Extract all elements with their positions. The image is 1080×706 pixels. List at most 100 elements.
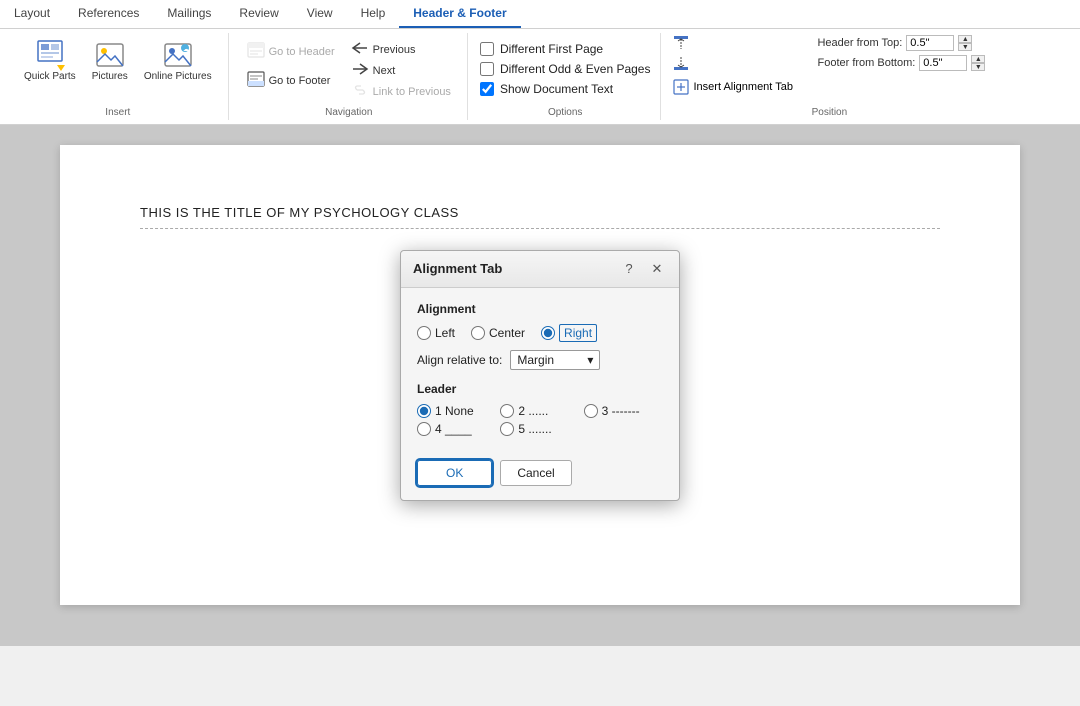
- dialog-title-bar: Alignment Tab ? ✕: [401, 251, 679, 288]
- online-pictures-button[interactable]: ☁ Online Pictures: [138, 35, 218, 87]
- go-to-footer-icon: [247, 70, 265, 91]
- insert-alignment-tab-icon: [673, 79, 689, 95]
- alignment-section-label: Alignment: [417, 302, 663, 316]
- ribbon: Layout References Mailings Review View H…: [0, 0, 1080, 125]
- leader-3-label: 3 -------: [602, 404, 640, 418]
- link-to-previous-button[interactable]: Link to Previous: [345, 81, 457, 102]
- previous-button[interactable]: Previous: [345, 39, 457, 60]
- footer-from-bottom-up[interactable]: ▲: [971, 55, 985, 63]
- footer-from-bottom-label: Footer from Bottom:: [817, 57, 915, 69]
- alignment-left-radio[interactable]: [417, 326, 431, 340]
- alignment-radio-row: Left Center Right: [417, 324, 663, 342]
- dialog-title-actions: ? ✕: [619, 259, 667, 279]
- go-to-header-icon: [247, 41, 265, 62]
- tab-layout[interactable]: Layout: [0, 0, 64, 28]
- leader-4-option[interactable]: 4 ____: [417, 422, 496, 436]
- next-label: Next: [373, 65, 396, 77]
- tab-help[interactable]: Help: [347, 0, 400, 28]
- ribbon-tab-bar: Layout References Mailings Review View H…: [0, 0, 1080, 29]
- online-pictures-label: Online Pictures: [144, 71, 212, 83]
- options-group-content: Different First Page Different Odd & Eve…: [480, 35, 651, 103]
- dialog-overlay: Alignment Tab ? ✕ Alignment Left: [60, 145, 1020, 605]
- insert-alignment-tab-button[interactable]: Insert Alignment Tab: [673, 75, 985, 95]
- tab-header-footer[interactable]: Header & Footer: [399, 0, 520, 28]
- next-button[interactable]: Next: [345, 60, 457, 81]
- go-to-header-label: Go to Header: [269, 46, 335, 58]
- document-page: THIS IS THE TITLE OF MY PSYCHOLOGY CLASS…: [60, 145, 1020, 605]
- alignment-right-option[interactable]: Right: [541, 324, 597, 342]
- online-pictures-icon: ☁: [162, 39, 194, 71]
- footer-from-bottom-down[interactable]: ▼: [971, 63, 985, 71]
- tab-mailings[interactable]: Mailings: [153, 0, 225, 28]
- insert-group-label: Insert: [105, 103, 130, 118]
- leader-grid: 1 None 2 ...... 3 -------: [417, 404, 663, 436]
- document-area: THIS IS THE TITLE OF MY PSYCHOLOGY CLASS…: [0, 125, 1080, 646]
- quick-parts-button[interactable]: Quick Parts: [18, 35, 82, 87]
- header-from-top-spinner: ▲ ▼: [958, 35, 972, 51]
- position-group-content: Header from Top: ▲ ▼: [673, 35, 985, 103]
- align-relative-label: Align relative to:: [417, 353, 502, 367]
- leader-2-option[interactable]: 2 ......: [500, 404, 579, 418]
- ok-button[interactable]: OK: [417, 460, 492, 486]
- leader-1-label: 1 None: [435, 404, 474, 418]
- different-first-page-checkbox[interactable]: [480, 42, 494, 56]
- pictures-button[interactable]: Pictures: [86, 35, 134, 87]
- ribbon-group-insert: Quick Parts Pictures: [8, 33, 229, 120]
- alignment-right-label: Right: [559, 324, 597, 342]
- dialog-help-button[interactable]: ?: [619, 259, 639, 279]
- ribbon-content: Quick Parts Pictures: [0, 29, 1080, 124]
- cancel-button[interactable]: Cancel: [500, 460, 571, 486]
- different-odd-even-checkbox[interactable]: [480, 62, 494, 76]
- different-first-page-label: Different First Page: [500, 42, 603, 56]
- position-group-label: Position: [812, 103, 848, 118]
- header-from-top-icon-container: [673, 35, 813, 51]
- insert-group-content: Quick Parts Pictures: [18, 35, 218, 103]
- ribbon-group-navigation: Go to Header Go to Footer: [231, 33, 468, 120]
- previous-icon: [351, 41, 369, 58]
- leader-3-option[interactable]: 3 -------: [584, 404, 663, 418]
- align-relative-row: Align relative to: Margin ▾: [417, 350, 663, 370]
- header-from-top-input[interactable]: [906, 35, 954, 51]
- align-relative-value: Margin: [517, 353, 554, 367]
- next-icon: [351, 62, 369, 79]
- tab-view[interactable]: View: [293, 0, 347, 28]
- previous-label: Previous: [373, 44, 416, 56]
- svg-text:☁: ☁: [183, 47, 189, 53]
- footer-from-bottom-input[interactable]: [919, 55, 967, 71]
- leader-4-label: 4 ____: [435, 422, 472, 436]
- alignment-left-option[interactable]: Left: [417, 326, 455, 340]
- header-from-top-down[interactable]: ▼: [958, 43, 972, 51]
- leader-4-radio[interactable]: [417, 422, 431, 436]
- pictures-icon: [94, 39, 126, 71]
- footer-from-bottom-row: Footer from Bottom: ▲ ▼: [673, 55, 985, 71]
- leader-5-option[interactable]: 5 .......: [500, 422, 579, 436]
- leader-3-radio[interactable]: [584, 404, 598, 418]
- alignment-center-option[interactable]: Center: [471, 326, 525, 340]
- show-document-text-checkbox[interactable]: [480, 82, 494, 96]
- alignment-left-label: Left: [435, 326, 455, 340]
- header-from-top-up[interactable]: ▲: [958, 35, 972, 43]
- alignment-tab-dialog: Alignment Tab ? ✕ Alignment Left: [400, 250, 680, 501]
- dialog-close-button[interactable]: ✕: [647, 259, 667, 279]
- go-to-header-button[interactable]: Go to Header: [241, 39, 341, 64]
- alignment-center-radio[interactable]: [471, 326, 485, 340]
- alignment-right-radio[interactable]: [541, 326, 555, 340]
- leader-2-radio[interactable]: [500, 404, 514, 418]
- tab-references[interactable]: References: [64, 0, 153, 28]
- leader-5-radio[interactable]: [500, 422, 514, 436]
- tab-review[interactable]: Review: [225, 0, 292, 28]
- different-first-page-row: Different First Page: [480, 39, 651, 59]
- leader-1-option[interactable]: 1 None: [417, 404, 496, 418]
- leader-5-label: 5 .......: [518, 422, 551, 436]
- pictures-label: Pictures: [92, 71, 128, 83]
- quick-parts-icon: [34, 39, 66, 71]
- ribbon-group-options: Different First Page Different Odd & Eve…: [470, 33, 662, 120]
- header-from-top-label: Header from Top:: [817, 37, 902, 49]
- leader-section: Leader 1 None 2 ......: [417, 382, 663, 436]
- footer-from-bottom-spinner: ▲ ▼: [971, 55, 985, 71]
- insert-alignment-tab-label: Insert Alignment Tab: [693, 81, 792, 93]
- navigation-group-label: Navigation: [325, 103, 372, 118]
- align-relative-select[interactable]: Margin ▾: [510, 350, 600, 370]
- go-to-footer-button[interactable]: Go to Footer: [241, 68, 341, 93]
- leader-1-radio[interactable]: [417, 404, 431, 418]
